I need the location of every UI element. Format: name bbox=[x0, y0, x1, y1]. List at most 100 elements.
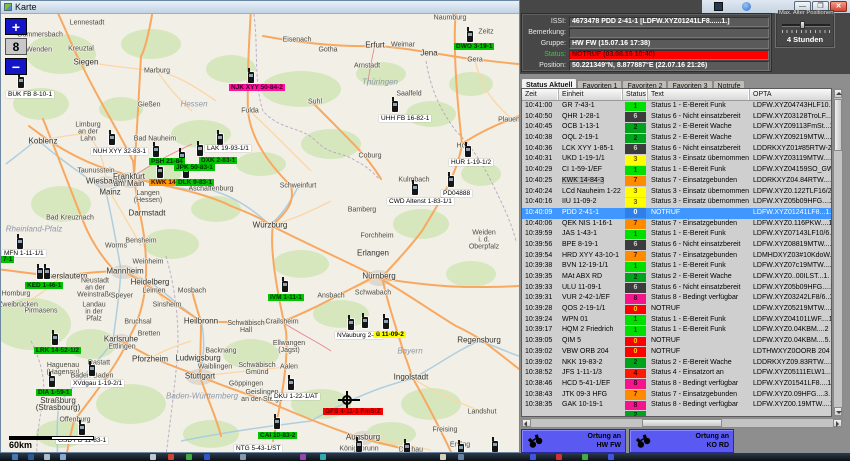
map-unit-label[interactable]: ü 11-09-2 bbox=[374, 331, 406, 338]
radio-unit-icon[interactable] bbox=[356, 441, 362, 452]
vertical-scroll-thumb[interactable] bbox=[834, 99, 842, 151]
map-unit-label[interactable]: CAI 10-83-2 bbox=[258, 432, 297, 439]
taskbar-app-icon[interactable] bbox=[458, 454, 464, 460]
table-header[interactable]: ZeitEinheitStatusTextOPTA bbox=[522, 89, 831, 101]
radio-unit-icon[interactable] bbox=[392, 101, 398, 112]
radio-unit-icon[interactable] bbox=[153, 146, 159, 157]
table-row[interactable]: 10:38:46HCD 5-41-1/EF8Status 8 - Bedingt… bbox=[522, 379, 831, 390]
table-row[interactable]: 10:39:33ULÜ 11-09-16Status 6 - Nicht ein… bbox=[522, 283, 831, 294]
horizontal-scroll-thumb[interactable] bbox=[642, 419, 722, 427]
map-unit-label[interactable]: NTG 5-43-1/ST bbox=[234, 445, 282, 452]
slider-thumb[interactable] bbox=[800, 21, 805, 29]
map-unit-label[interactable]: KED 1-46-1 bbox=[25, 282, 63, 289]
map-canvas[interactable]: LennestadtGummersbachKreuztalWendenSiege… bbox=[1, 14, 519, 452]
zoom-in-button[interactable]: + bbox=[5, 18, 27, 35]
table-row[interactable]: 10:39:56BPE 8-19-16Status 6 - Nicht eins… bbox=[522, 240, 831, 251]
radio-unit-icon[interactable] bbox=[458, 444, 464, 452]
scroll-right-button[interactable] bbox=[833, 419, 842, 427]
taskbar[interactable] bbox=[0, 453, 850, 461]
map-unit-label[interactable]: IVM 1-11-1 bbox=[268, 294, 304, 301]
map-unit-label[interactable]: DLK 9-83-1 bbox=[176, 179, 214, 186]
table-row[interactable]: 10:40:31UKD 1-19-1/13Status 3 - Einsatz … bbox=[522, 154, 831, 165]
table-row[interactable]: 10:39:54HRD XYY 43-10-17Status 7 - Einsa… bbox=[522, 251, 831, 262]
table-row[interactable]: 10:39:38BVN 12-19-1/11Status 1 - E-Berei… bbox=[522, 261, 831, 272]
map-unit-label[interactable]: NUH XYY 32-83-1 bbox=[91, 148, 148, 155]
table-row[interactable]: 10:39:35MAt ABX RD2Status 2 - E-Bereit W… bbox=[522, 272, 831, 283]
map-unit-label[interactable]: HUR 1-19-1/2 bbox=[449, 159, 493, 166]
table-row[interactable]: 10:40:38OQL 2-19-12Status 2 - E-Bereit W… bbox=[522, 133, 831, 144]
table-row[interactable]: 10:38:43JTK 09-3 HFG7Status 7 - Einsatzg… bbox=[522, 390, 831, 401]
map-unit-label[interactable]: DIA 1-59-1 bbox=[36, 389, 72, 396]
map-titlebar[interactable]: Karte bbox=[1, 1, 519, 14]
map-unit-label[interactable]: UHH FB 16-82-1 bbox=[379, 115, 431, 122]
radio-unit-icon[interactable] bbox=[348, 319, 354, 330]
table-row[interactable]: 10:40:50QHR 1-28-16Status 6 - Nicht eins… bbox=[522, 112, 831, 123]
map-unit-label[interactable]: CWD Altenst 1-83-1/1 bbox=[387, 198, 454, 205]
radio-unit-icon[interactable] bbox=[17, 238, 23, 249]
radio-unit-icon[interactable] bbox=[404, 443, 410, 452]
table-row[interactable]: 10:39:02NKK 19-83-22Status 2 - E-Bereit … bbox=[522, 358, 831, 369]
map-unit-label[interactable]: JPK 50-83-1 bbox=[174, 164, 215, 171]
map-unit-label[interactable]: LAK 19-93-1/1 bbox=[205, 145, 251, 152]
column-header[interactable]: Zeit bbox=[522, 89, 559, 100]
table-row[interactable]: 10:40:36LCK XYY 1-85-16Status 6 - Nicht … bbox=[522, 144, 831, 155]
radio-unit-icon[interactable] bbox=[492, 441, 498, 452]
max-age-slider[interactable] bbox=[782, 22, 830, 28]
radio-unit-icon[interactable] bbox=[18, 77, 24, 88]
map-unit-label[interactable]: DWO 3-19-1 bbox=[454, 43, 494, 50]
taskbar-app-icon[interactable] bbox=[556, 454, 562, 460]
table-row[interactable]: 10:40:16IIÜ 11-09-23Status 3 - Einsatz ü… bbox=[522, 197, 831, 208]
vertical-scrollbar[interactable] bbox=[833, 88, 843, 417]
ortung-button-ko-rd[interactable]: Ortung an KO RD bbox=[629, 429, 734, 453]
taskbar-app-icon[interactable] bbox=[186, 454, 192, 460]
radio-unit-icon[interactable] bbox=[467, 31, 473, 42]
radio-unit-icon[interactable] bbox=[157, 167, 163, 178]
horizontal-scrollbar[interactable] bbox=[521, 418, 843, 428]
radio-unit-icon[interactable] bbox=[44, 268, 50, 279]
table-row[interactable]: 2 bbox=[522, 411, 831, 417]
taskbar-app-icon[interactable] bbox=[150, 454, 156, 460]
radio-unit-icon[interactable] bbox=[282, 281, 288, 292]
map-unit-label[interactable]: LRK 14-52-1/2 bbox=[34, 347, 81, 354]
scroll-left-button[interactable] bbox=[522, 419, 531, 427]
table-row[interactable]: 10:39:59JAS 1-43-11Status 1 - E-Bereit F… bbox=[522, 229, 831, 240]
radio-unit-icon[interactable] bbox=[37, 268, 43, 279]
table-row[interactable]: 10:39:02VBW ORB 2040NOTRUFLDTHWXYZ0OORB … bbox=[522, 347, 831, 358]
taskbar-app-icon[interactable] bbox=[440, 454, 446, 460]
map-unit-label[interactable]: BUK FB 8-10-1 bbox=[6, 91, 54, 98]
taskbar-app-icon[interactable] bbox=[168, 454, 174, 460]
scroll-down-button[interactable] bbox=[834, 407, 842, 416]
radio-unit-icon[interactable] bbox=[383, 318, 389, 329]
table-row[interactable]: 10:38:35GAK 10-19-18Status 8 - Bedingt v… bbox=[522, 400, 831, 411]
table-row[interactable]: 10:41:00GR 7-43-11Status 1 - E-Bereit Fu… bbox=[522, 101, 831, 112]
map-unit-label[interactable]: 7-1 bbox=[1, 256, 14, 263]
taskbar-app-icon[interactable] bbox=[44, 454, 50, 460]
radio-unit-icon[interactable] bbox=[89, 365, 95, 376]
table-row[interactable]: 10:40:29CI 1-59-1/EF1Status 1 - E-Bereit… bbox=[522, 165, 831, 176]
zoom-out-button[interactable]: − bbox=[5, 58, 27, 75]
taskbar-app-icon[interactable] bbox=[204, 454, 210, 460]
taskbar-app-icon[interactable] bbox=[12, 454, 18, 460]
table-row[interactable]: 10:40:45OCB 1-13-12Status 2 - E-Bereit W… bbox=[522, 122, 831, 133]
taskbar-app-icon[interactable] bbox=[608, 454, 614, 460]
taskbar-app-icon[interactable] bbox=[60, 454, 66, 460]
table-row[interactable]: 10:39:05QIM 50NOTRUFLDFW.XYZ0.04KBM....5… bbox=[522, 336, 831, 347]
taskbar-app-icon[interactable] bbox=[582, 454, 588, 460]
radio-unit-icon[interactable] bbox=[288, 379, 294, 390]
table-row[interactable]: 10:40:09PDD 2-41-10NOTRUFLDFW.XYZ01241LF… bbox=[522, 208, 831, 219]
table-row[interactable]: 10:40:25KWK 14-84-37Status 7 - Einsatzge… bbox=[522, 176, 831, 187]
map-unit-label[interactable]: PD04888 bbox=[441, 190, 472, 197]
radio-unit-icon[interactable] bbox=[52, 334, 58, 345]
taskbar-app-icon[interactable] bbox=[240, 454, 246, 460]
scroll-up-button[interactable] bbox=[834, 89, 842, 98]
taskbar-app-icon[interactable] bbox=[530, 454, 536, 460]
table-row[interactable]: 10:40:24LCd Nauheim 1-223Status 3 - Eins… bbox=[522, 187, 831, 198]
map-unit-label[interactable]: DXK 2-83-1 bbox=[199, 157, 237, 164]
column-header[interactable]: Text bbox=[648, 89, 750, 100]
radio-unit-icon[interactable] bbox=[448, 176, 454, 187]
map-unit-label[interactable]: DKU 1-22-1/AT bbox=[272, 393, 320, 400]
table-row[interactable]: 10:39:31VUR 2-42-1/EF8Status 8 - Bedingt… bbox=[522, 293, 831, 304]
radio-unit-icon[interactable] bbox=[412, 184, 418, 195]
table-row[interactable]: 10:38:52JFS 1-11-1/34Status 4 - Einsatzo… bbox=[522, 368, 831, 379]
taskbar-app-icon[interactable] bbox=[300, 454, 306, 460]
